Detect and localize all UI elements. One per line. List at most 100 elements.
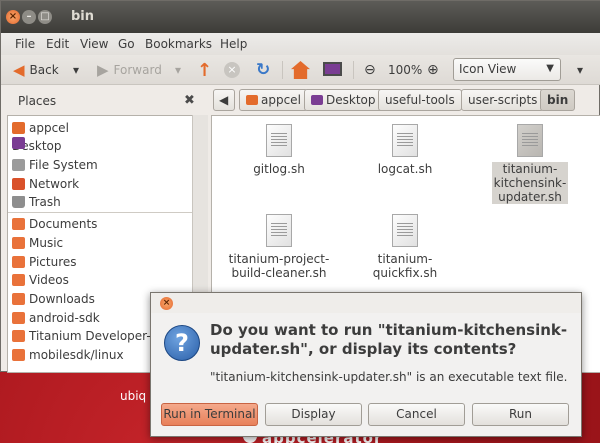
drive-icon: [12, 159, 25, 171]
file-item[interactable]: logcat.sh: [350, 124, 460, 176]
breadcrumb-label: useful-tools: [385, 93, 455, 107]
places-item-label: Downloads: [29, 292, 95, 306]
file-name: logcat.sh: [377, 162, 433, 176]
question-icon: ?: [164, 325, 200, 361]
pictures-folder-icon: [12, 256, 25, 268]
breadcrumb-label: bin: [547, 93, 569, 107]
window-minimize-button[interactable]: –: [22, 10, 36, 24]
places-title: Places: [18, 94, 57, 108]
file-name-line: updater.sh: [498, 190, 562, 204]
chevron-left-icon: ◀: [219, 93, 229, 107]
menu-go[interactable]: Go: [118, 37, 135, 51]
places-item-trash[interactable]: Trash: [12, 193, 61, 211]
places-item-label: Documents: [29, 217, 98, 231]
file-name-line: kitchensink-: [493, 176, 567, 190]
file-name-line: titanium-project-: [228, 252, 330, 266]
dialog-titlebar: ×: [151, 293, 581, 313]
breadcrumb-bin[interactable]: bin: [540, 89, 576, 111]
menu-bookmarks[interactable]: Bookmarks: [145, 37, 212, 51]
menu-file[interactable]: File: [15, 37, 35, 51]
window-close-button[interactable]: ×: [6, 10, 20, 24]
places-item-desktop[interactable]: Desktop: [12, 137, 62, 155]
back-arrow-icon: ◀: [13, 61, 25, 79]
file-name-line: titanium-: [502, 162, 558, 176]
breadcrumb-user-scripts[interactable]: user-scripts: [461, 89, 545, 111]
reload-icon[interactable]: ↻: [256, 60, 270, 80]
places-bookmark-titanium-developer[interactable]: Titanium Developer-1.2: [12, 327, 170, 345]
desktop-icon: [311, 95, 323, 105]
places-separator: [8, 212, 207, 213]
run-in-terminal-button[interactable]: Run in Terminal: [161, 403, 258, 426]
file-item[interactable]: titanium-quickfix.sh: [350, 214, 460, 280]
home-icon[interactable]: [291, 61, 310, 79]
breadcrumb-desktop[interactable]: Desktop: [304, 89, 383, 111]
window-maximize-button[interactable]: □: [38, 10, 52, 24]
desktop-icon: [12, 137, 25, 149]
back-button[interactable]: ◀ Back: [13, 61, 59, 79]
downloads-folder-icon: [12, 293, 25, 305]
places-bookmark-pictures[interactable]: Pictures: [12, 253, 77, 271]
display-button[interactable]: Display: [265, 403, 362, 426]
places-bookmark-music[interactable]: Music: [12, 234, 63, 252]
file-name: gitlog.sh: [253, 162, 305, 176]
window-title: bin: [71, 9, 95, 24]
breadcrumb-label: user-scripts: [468, 93, 538, 107]
view-mode-select[interactable]: Icon View ▼: [453, 58, 561, 81]
file-item[interactable]: titanium-project- build-cleaner.sh: [224, 214, 334, 280]
breadcrumb-useful-tools[interactable]: useful-tools: [378, 89, 462, 111]
places-bookmark-android-sdk[interactable]: android-sdk: [12, 309, 100, 327]
places-bookmark-downloads[interactable]: Downloads: [12, 290, 95, 308]
back-label: Back: [29, 63, 59, 77]
close-icon[interactable]: ✖: [184, 93, 195, 108]
text-file-icon: [392, 124, 418, 157]
places-bookmark-videos[interactable]: Videos: [12, 271, 69, 289]
dialog-description: "titanium-kitchensink-updater.sh" is an …: [210, 370, 568, 384]
music-folder-icon: [12, 237, 25, 249]
stop-icon[interactable]: ×: [224, 62, 240, 78]
zoom-out-icon[interactable]: ⊖: [364, 61, 376, 79]
file-item[interactable]: gitlog.sh: [224, 124, 334, 176]
home-icon: [246, 95, 258, 105]
dialog-question: Do you want to run "titanium-kitchensink…: [210, 321, 568, 358]
places-item-appcel[interactable]: appcel: [12, 119, 69, 137]
toolbar-overflow-icon[interactable]: ▾: [577, 61, 583, 79]
forward-dropdown-icon[interactable]: ▾: [175, 61, 181, 79]
computer-icon[interactable]: [323, 62, 342, 76]
videos-folder-icon: [12, 274, 25, 286]
network-icon: [12, 178, 25, 190]
places-header: Places ✖: [1, 86, 209, 116]
places-item-label: Titanium Developer-1.2: [29, 329, 170, 343]
back-dropdown-icon[interactable]: ▾: [73, 61, 79, 79]
file-item-selected[interactable]: titanium- kitchensink- updater.sh: [475, 124, 585, 204]
toolbar-separator: [282, 61, 283, 79]
folder-icon: [12, 330, 25, 342]
places-item-network[interactable]: Network: [12, 175, 79, 193]
file-name: titanium-quickfix.sh: [372, 252, 438, 280]
places-bookmark-mobilesdk-linux[interactable]: mobilesdk/linux: [12, 346, 124, 364]
places-item-label: Music: [29, 236, 64, 250]
breadcrumb-appcel[interactable]: appcel: [239, 89, 308, 111]
places-item-label: Pictures: [29, 255, 77, 269]
menu-help[interactable]: Help: [220, 37, 247, 51]
up-arrow-icon[interactable]: ↑: [197, 60, 212, 81]
breadcrumb-back-button[interactable]: ◀: [213, 89, 235, 111]
breadcrumb-label: appcel: [261, 93, 301, 107]
chevron-down-icon: ▼: [546, 63, 554, 74]
forward-arrow-icon: ▶: [97, 61, 109, 79]
places-bookmark-documents[interactable]: Documents: [12, 215, 97, 233]
menu-view[interactable]: View: [80, 37, 108, 51]
places-item-label: appcel: [29, 121, 69, 135]
toolbar-separator: [353, 61, 354, 79]
menu-edit[interactable]: Edit: [46, 37, 69, 51]
places-item-file-system[interactable]: File System: [12, 156, 98, 174]
file-name: titanium-project- build-cleaner.sh: [224, 252, 334, 280]
run-button[interactable]: Run: [472, 403, 569, 426]
places-item-label: File System: [29, 158, 98, 172]
dialog-close-button[interactable]: ×: [160, 297, 173, 310]
file-name: titanium- kitchensink- updater.sh: [491, 162, 569, 204]
cancel-button[interactable]: Cancel: [368, 403, 465, 426]
zoom-in-icon[interactable]: ⊕: [427, 61, 439, 79]
file-name-line: build-cleaner.sh: [231, 266, 327, 280]
desktop-text: ubiq: [120, 389, 147, 403]
forward-button[interactable]: ▶ Forward: [97, 61, 162, 79]
